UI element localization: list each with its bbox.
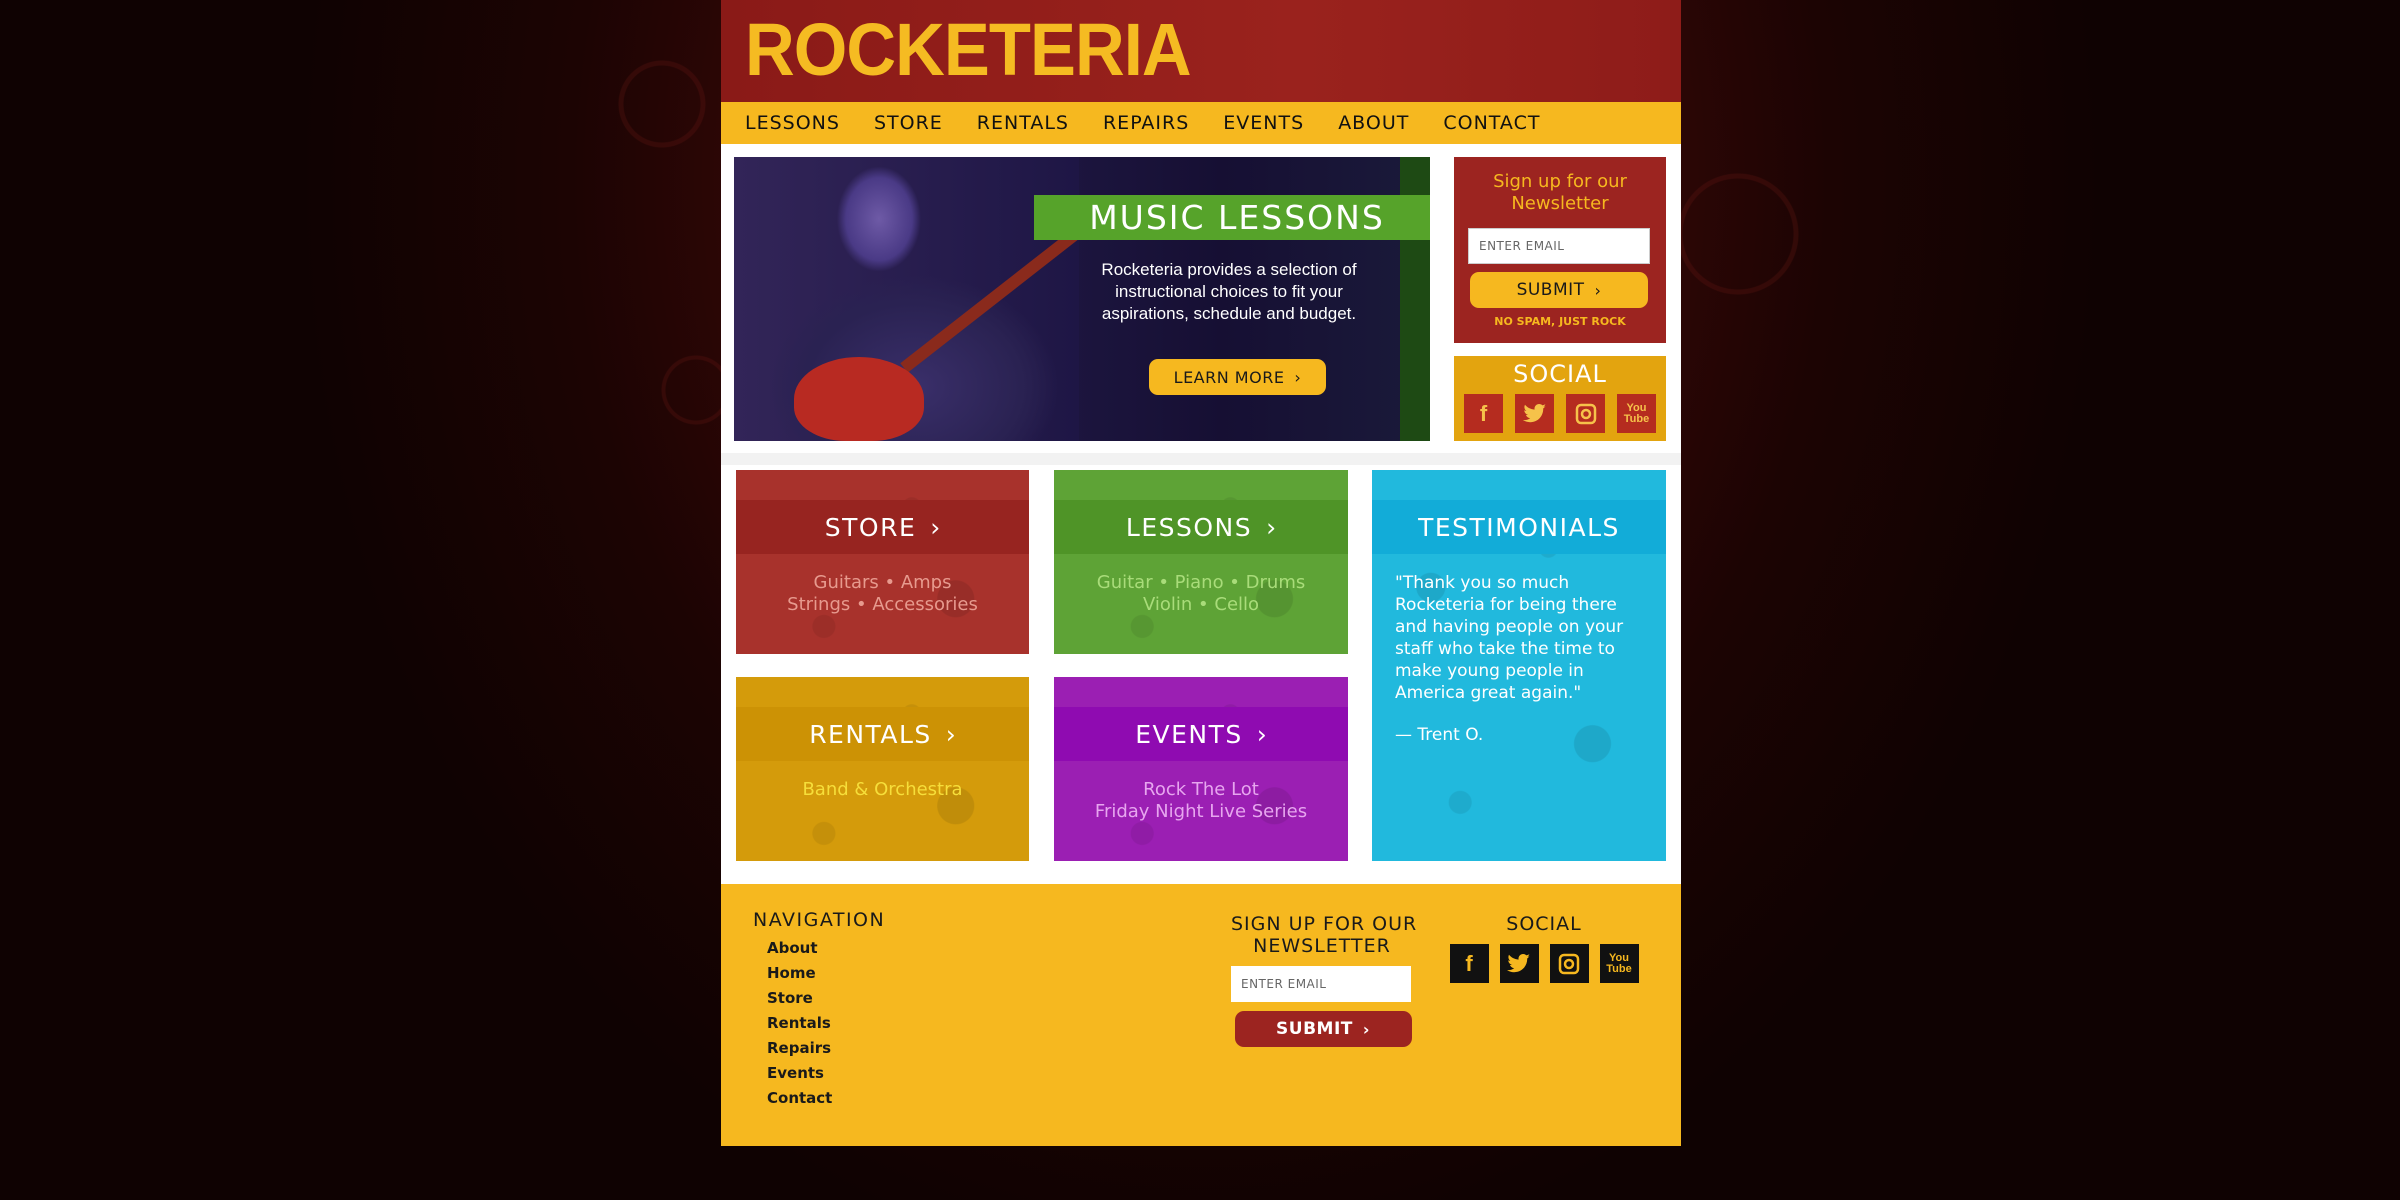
footer-newsletter-title: SIGN UP FOR OUR NEWSLETTER xyxy=(1231,913,1418,957)
main-nav: LESSONS STORE RENTALS REPAIRS EVENTS ABO… xyxy=(721,102,1681,144)
tile-rentals-band: RENTALS › xyxy=(736,707,1029,761)
facebook-icon[interactable]: f xyxy=(1464,394,1503,433)
chevron-right-icon: › xyxy=(1266,512,1277,542)
footer-newsletter: SIGN UP FOR OUR NEWSLETTER ENTER EMAIL S… xyxy=(1231,913,1418,1047)
hero-title-bar: MUSIC LESSONS xyxy=(1034,195,1430,240)
tile-events-band: EVENTS › xyxy=(1054,707,1348,761)
nav-item-store[interactable]: STORE xyxy=(874,112,943,134)
tile-rentals-title: RENTALS xyxy=(809,719,932,749)
tile-lessons-title: LESSONS xyxy=(1125,512,1253,542)
tile-events-line1: Rock The Lot xyxy=(1143,779,1259,800)
tile-lessons-band: LESSONS › xyxy=(1054,500,1348,554)
tile-testimonials-title: TESTIMONIALS xyxy=(1418,512,1620,542)
social-title: SOCIAL xyxy=(1513,360,1607,388)
tile-pattern xyxy=(736,470,1029,654)
chevron-right-icon: › xyxy=(1362,1019,1370,1039)
tile-lessons-subtitle: Guitar • Piano • Drums Violin • Cello xyxy=(1054,572,1348,616)
footer-nav-home[interactable]: Home xyxy=(767,961,832,986)
nav-item-lessons[interactable]: LESSONS xyxy=(745,112,840,134)
tile-store-line1: Guitars • Amps xyxy=(813,572,952,593)
tile-events-line2: Friday Night Live Series xyxy=(1094,801,1308,822)
page-container: ROCKETERIA LESSONS STORE RENTALS REPAIRS… xyxy=(721,0,1681,1146)
footer-nav-about[interactable]: About xyxy=(767,936,832,961)
hero-description: Rocketeria provides a selection of instr… xyxy=(1101,260,1357,323)
footer-social-icons-row: f You Tube xyxy=(1449,944,1639,983)
footer-newsletter-title-line2: NEWSLETTER xyxy=(1253,935,1391,957)
tile-store[interactable]: STORE › Guitars • Amps Strings • Accesso… xyxy=(736,470,1029,654)
tile-lessons-line2: Violin • Cello xyxy=(1142,594,1260,615)
footer-nav-repairs[interactable]: Repairs xyxy=(767,1036,832,1061)
youtube-icon-text-bottom: Tube xyxy=(1606,962,1632,975)
category-tiles-section: STORE › Guitars • Amps Strings • Accesso… xyxy=(721,453,1681,884)
tile-store-subtitle: Guitars • Amps Strings • Accessories xyxy=(736,572,1029,616)
tile-rentals-line1: Band & Orchestra xyxy=(802,779,963,800)
tile-store-title: STORE xyxy=(824,512,917,542)
youtube-icon[interactable]: You Tube xyxy=(1599,944,1639,983)
youtube-icon[interactable]: You Tube xyxy=(1617,394,1656,433)
tile-events[interactable]: EVENTS › Rock The Lot Friday Night Live … xyxy=(1054,677,1348,861)
tile-lessons-line1: Guitar • Piano • Drums xyxy=(1096,572,1306,593)
tile-testimonials: TESTIMONIALS "Thank you so much Rocketer… xyxy=(1372,470,1666,861)
footer-nav-events[interactable]: Events xyxy=(767,1061,832,1086)
newsletter-title: Sign up for our Newsletter xyxy=(1493,171,1627,214)
youtube-icon-text-bottom: Tube xyxy=(1623,412,1650,425)
newsletter-email-input[interactable]: ENTER EMAIL xyxy=(1468,228,1650,264)
footer-nav-store[interactable]: Store xyxy=(767,986,832,1011)
footer-nav-title: NAVIGATION xyxy=(753,909,886,931)
tile-testimonials-band: TESTIMONIALS xyxy=(1372,500,1666,554)
tile-events-subtitle: Rock The Lot Friday Night Live Series xyxy=(1054,779,1348,823)
newsletter-note: NO SPAM, JUST ROCK xyxy=(1494,315,1626,328)
nav-item-contact[interactable]: CONTACT xyxy=(1443,112,1540,134)
newsletter-box: Sign up for our Newsletter ENTER EMAIL S… xyxy=(1454,157,1666,343)
nav-item-rentals[interactable]: RENTALS xyxy=(977,112,1069,134)
social-box: SOCIAL f You Tube xyxy=(1454,356,1666,441)
tile-rentals-subtitle: Band & Orchestra xyxy=(736,779,1029,801)
tile-pattern xyxy=(1054,677,1348,861)
site-logo[interactable]: ROCKETERIA xyxy=(745,12,1192,88)
tile-store-line2: Strings • Accessories xyxy=(787,594,978,615)
chevron-right-icon: › xyxy=(1594,280,1602,300)
tile-lessons[interactable]: LESSONS › Guitar • Piano • Drums Violin … xyxy=(1054,470,1348,654)
nav-item-about[interactable]: ABOUT xyxy=(1338,112,1409,134)
footer-nav-list: About Home Store Rentals Repairs Events … xyxy=(767,936,832,1111)
tile-events-title: EVENTS xyxy=(1135,719,1243,749)
tile-pattern xyxy=(736,677,1029,861)
nav-item-repairs[interactable]: REPAIRS xyxy=(1103,112,1189,134)
instagram-icon[interactable] xyxy=(1549,944,1589,983)
footer-social: SOCIAL f You Tube xyxy=(1449,913,1639,983)
learn-more-label: LEARN MORE xyxy=(1173,367,1285,387)
hero-title: MUSIC LESSONS xyxy=(1089,198,1385,237)
site-footer: NAVIGATION About Home Store Rentals Repa… xyxy=(721,884,1681,1146)
footer-social-title: SOCIAL xyxy=(1506,913,1582,935)
instagram-icon[interactable] xyxy=(1566,394,1605,433)
twitter-icon[interactable] xyxy=(1515,394,1554,433)
testimonial-author: — Trent O. xyxy=(1395,725,1484,745)
facebook-icon[interactable]: f xyxy=(1449,944,1489,983)
footer-submit-button[interactable]: SUBMIT › xyxy=(1234,1011,1412,1047)
hero-banner: MUSIC LESSONS Rocketeria provides a sele… xyxy=(734,157,1430,441)
testimonial-quote: "Thank you so much Rocketeria for being … xyxy=(1395,573,1624,703)
chevron-right-icon: › xyxy=(945,719,956,749)
hero-section: MUSIC LESSONS Rocketeria provides a sele… xyxy=(721,144,1681,453)
footer-email-input[interactable]: ENTER EMAIL xyxy=(1231,966,1411,1002)
tile-store-band: STORE › xyxy=(736,500,1029,554)
submit-label: SUBMIT xyxy=(1516,280,1585,300)
chevron-right-icon: › xyxy=(930,512,941,542)
site-header: ROCKETERIA xyxy=(721,0,1681,102)
tile-pattern xyxy=(1054,470,1348,654)
footer-nav-contact[interactable]: Contact xyxy=(767,1086,832,1111)
nav-item-events[interactable]: EVENTS xyxy=(1223,112,1304,134)
guitar-body-graphic xyxy=(794,357,924,441)
chevron-right-icon: › xyxy=(1294,367,1302,387)
footer-submit-label: SUBMIT xyxy=(1276,1019,1353,1039)
newsletter-submit-button[interactable]: SUBMIT › xyxy=(1470,272,1648,308)
learn-more-button[interactable]: LEARN MORE › xyxy=(1149,359,1326,395)
footer-newsletter-title-line1: SIGN UP FOR OUR xyxy=(1231,913,1418,935)
twitter-icon[interactable] xyxy=(1499,944,1539,983)
footer-nav-rentals[interactable]: Rentals xyxy=(767,1011,832,1036)
social-icons-row: f You Tube xyxy=(1454,394,1666,433)
tile-rentals[interactable]: RENTALS › Band & Orchestra xyxy=(736,677,1029,861)
chevron-right-icon: › xyxy=(1256,719,1267,749)
